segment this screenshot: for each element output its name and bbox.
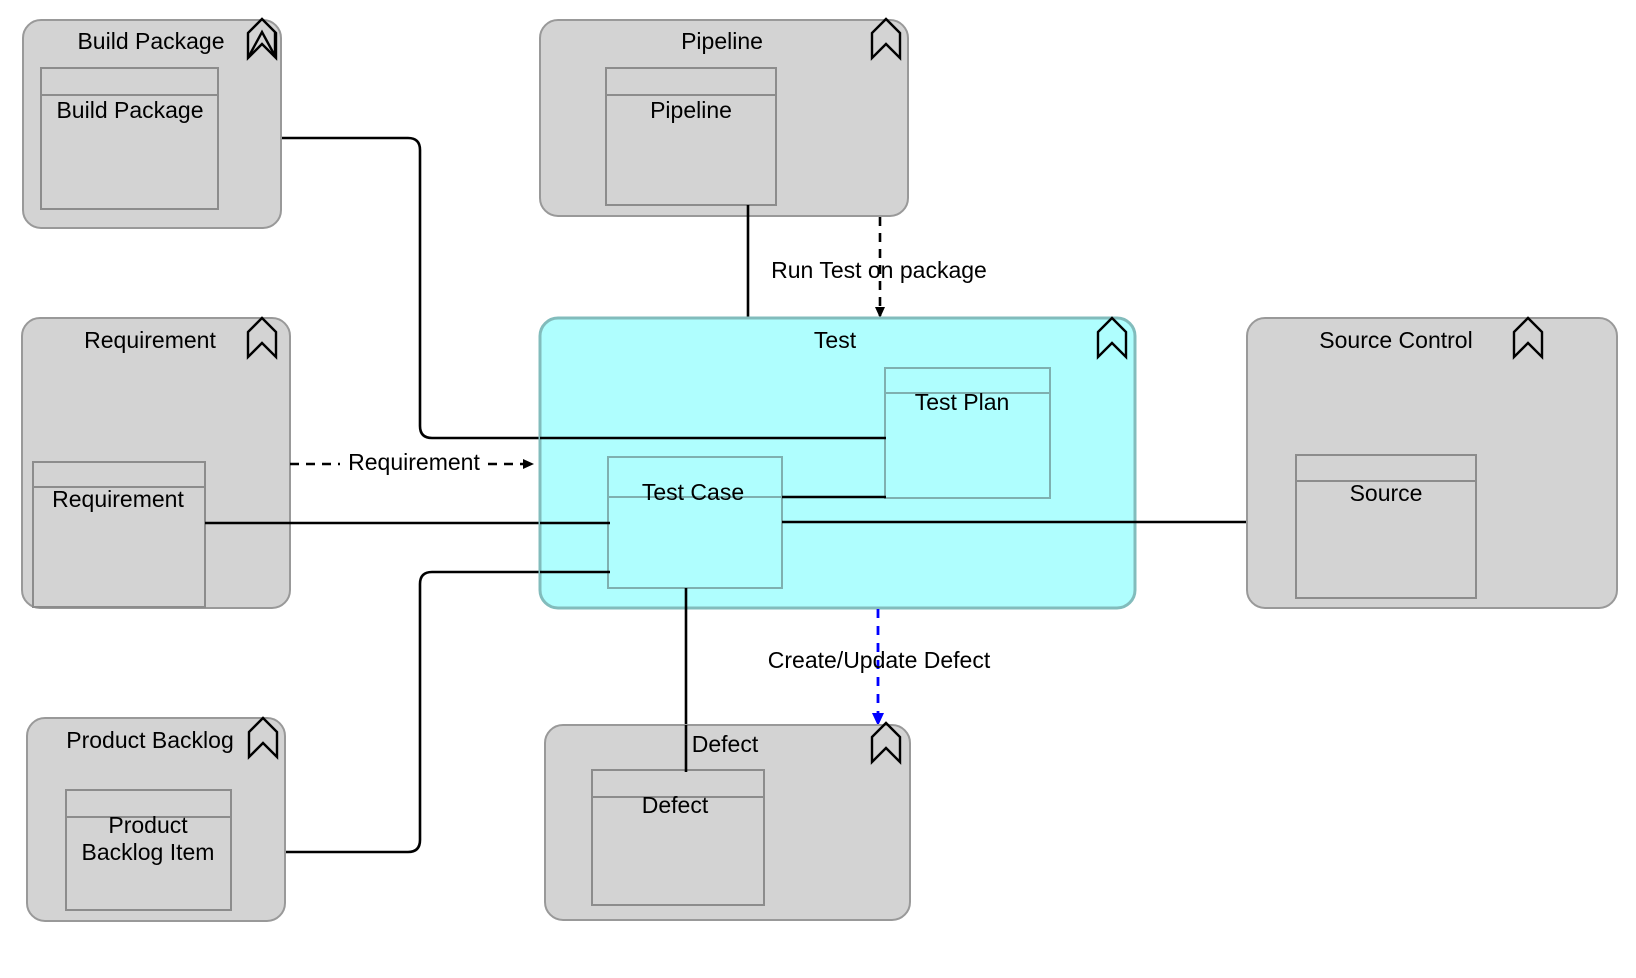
- class-product-backlog-item[interactable]: Product Backlog Item: [65, 789, 232, 911]
- package-build-package-title: Build Package: [77, 28, 224, 54]
- package-requirement[interactable]: Requirement Requirement: [21, 316, 291, 609]
- class-requirement-label: Requirement: [52, 486, 184, 512]
- package-source-control-title: Source Control: [1319, 327, 1472, 353]
- class-pipeline-box: [605, 67, 777, 206]
- diagram-canvas: Build Package Build Package Pipeline Pip…: [0, 0, 1636, 978]
- connector-requirement-dependency: Requirement: [290, 449, 534, 475]
- connector-run-test-on-package-label: Run Test on package: [771, 257, 987, 283]
- class-defect[interactable]: Defect: [591, 769, 765, 906]
- class-test-case-box: [607, 456, 783, 589]
- class-test-case-label: Test Case: [642, 479, 744, 505]
- class-source-box: [1295, 454, 1477, 599]
- connector-create-update-defect: Create/Update Defect: [768, 609, 991, 726]
- package-source-control[interactable]: Source Control Source: [1246, 316, 1618, 609]
- class-product-backlog-item-label-line2: Backlog Item: [82, 839, 215, 865]
- class-test-plan-label: Test Plan: [915, 389, 1010, 415]
- class-source-label: Source: [1350, 480, 1423, 506]
- class-test-plan[interactable]: Test Plan: [884, 367, 1051, 499]
- package-product-backlog-title: Product Backlog: [66, 727, 233, 753]
- class-pipeline-label: Pipeline: [650, 97, 732, 123]
- package-defect[interactable]: Defect Defect: [544, 721, 911, 921]
- class-test-plan-box: [884, 367, 1051, 499]
- class-source[interactable]: Source: [1295, 454, 1477, 599]
- package-product-backlog[interactable]: Product Backlog Product Backlog Item: [26, 716, 286, 922]
- class-build-package-box: [40, 67, 219, 210]
- package-test-title: Test: [814, 327, 857, 353]
- class-build-package-label: Build Package: [56, 97, 203, 123]
- connector-run-test-on-package: Run Test on package: [771, 217, 987, 318]
- package-test[interactable]: Test Test Plan Test Case: [538, 316, 1137, 610]
- package-pipeline-title: Pipeline: [681, 28, 763, 54]
- connector-create-update-defect-label: Create/Update Defect: [768, 647, 991, 673]
- package-defect-title: Defect: [692, 731, 759, 757]
- class-pipeline[interactable]: Pipeline: [605, 67, 777, 206]
- class-build-package[interactable]: Build Package: [40, 67, 219, 210]
- class-defect-box: [591, 769, 765, 906]
- uml-package-diagram: Build Package Build Package Pipeline Pip…: [21, 17, 1618, 922]
- class-requirement[interactable]: Requirement: [32, 461, 206, 608]
- package-build-package[interactable]: Build Package Build Package: [22, 17, 282, 229]
- connector-requirement-label: Requirement: [348, 449, 480, 475]
- class-requirement-box: [32, 461, 206, 608]
- class-defect-label: Defect: [642, 792, 709, 818]
- class-product-backlog-item-label-line1: Product: [108, 812, 188, 838]
- package-pipeline[interactable]: Pipeline Pipeline: [539, 17, 909, 217]
- package-requirement-title: Requirement: [84, 327, 216, 353]
- class-test-case[interactable]: Test Case: [607, 456, 783, 589]
